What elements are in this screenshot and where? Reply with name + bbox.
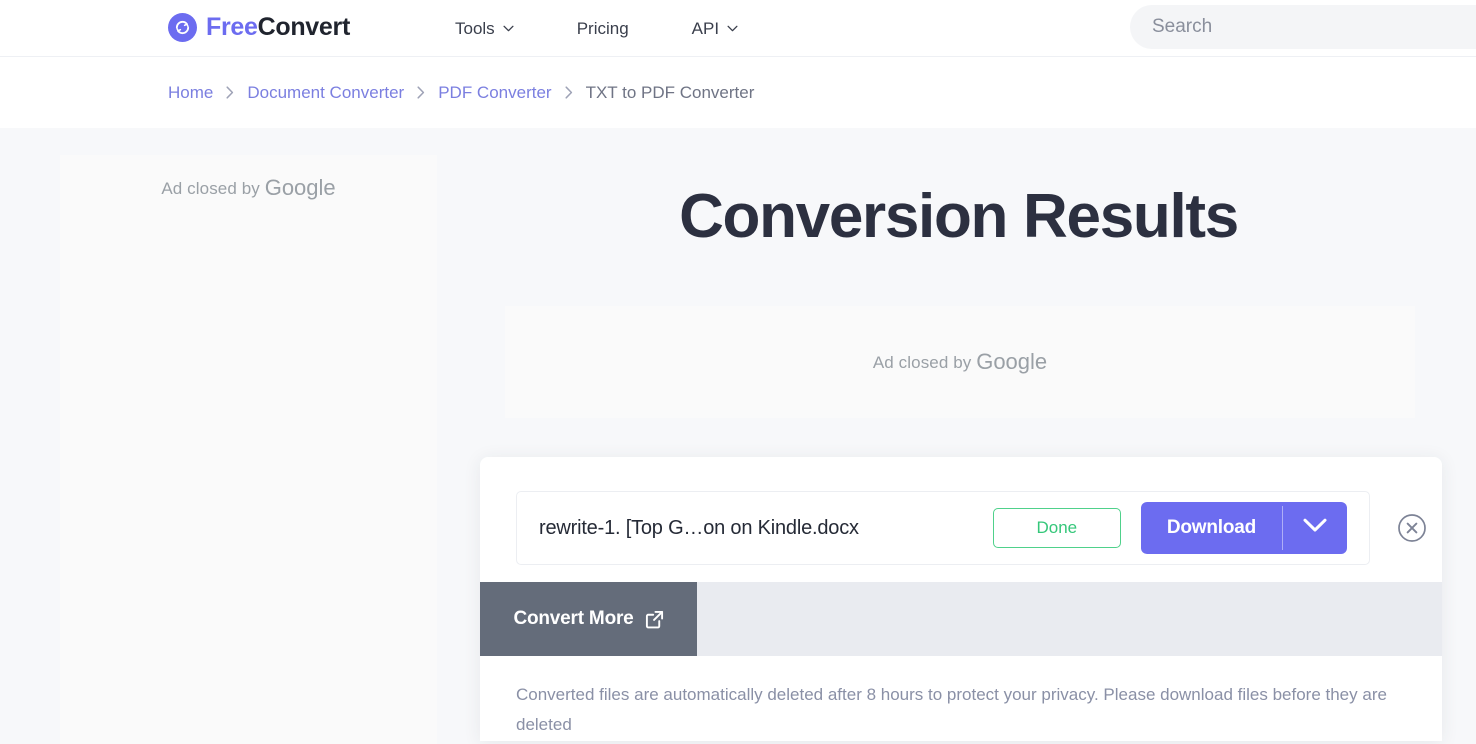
nav-item-label: Tools bbox=[455, 18, 495, 38]
chevron-right-icon bbox=[226, 86, 234, 99]
nav-item-label: API bbox=[691, 18, 720, 38]
retention-disclaimer: Converted files are automatically delete… bbox=[516, 685, 1387, 735]
ad-closed-note: Ad closed by Google bbox=[161, 175, 335, 744]
convert-more-bar: Convert More bbox=[480, 582, 1442, 657]
download-button-group: Download bbox=[1140, 502, 1347, 555]
breadcrumb: Home Document Converter PDF Converter TX… bbox=[168, 83, 754, 103]
file-name: rewrite-1. [Top G…on on Kindle.docx bbox=[539, 516, 859, 539]
page-title: Conversion Results bbox=[679, 182, 1239, 251]
primary-nav: Tools Pricing API bbox=[455, 0, 738, 57]
chevron-right-icon bbox=[565, 86, 573, 99]
brand-wordmark: FreeConvert bbox=[206, 13, 350, 42]
nav-item-label: Pricing bbox=[576, 18, 629, 38]
brand-logo[interactable]: FreeConvert bbox=[168, 13, 350, 42]
google-wordmark: Google bbox=[264, 175, 336, 200]
breadcrumb-item-txt-to-pdf-converter: TXT to PDF Converter bbox=[585, 82, 755, 102]
ad-slot-left: Ad closed by Google bbox=[60, 155, 437, 744]
breadcrumb-item-pdf-converter[interactable]: PDF Converter bbox=[438, 83, 551, 103]
breadcrumb-item-home[interactable]: Home bbox=[168, 83, 213, 103]
site-header: FreeConvert Tools Pricing API bbox=[0, 0, 1476, 57]
main-column: Conversion Results Ad closed by Google r… bbox=[478, 128, 1442, 742]
chevron-down-icon bbox=[1303, 518, 1327, 538]
conversion-results-card: rewrite-1. [Top G…on on Kindle.docx Done… bbox=[480, 457, 1442, 742]
google-wordmark: Google bbox=[976, 349, 1048, 375]
download-button[interactable]: Download bbox=[1141, 502, 1282, 554]
chevron-down-icon bbox=[727, 25, 738, 32]
nav-item-pricing[interactable]: Pricing bbox=[577, 19, 629, 39]
convert-more-button[interactable]: Convert More bbox=[480, 582, 697, 657]
brand-word-free: Free bbox=[206, 13, 258, 41]
convert-more-label: Convert More bbox=[513, 608, 634, 630]
file-result-row: rewrite-1. [Top G…on on Kindle.docx Done… bbox=[516, 491, 1426, 566]
download-options-caret[interactable] bbox=[1283, 502, 1347, 554]
page-body: Ad closed by Google Conversion Results A… bbox=[0, 128, 1476, 744]
search-input[interactable] bbox=[1130, 5, 1476, 49]
nav-item-tools[interactable]: Tools bbox=[455, 19, 514, 39]
breadcrumb-item-document-converter[interactable]: Document Converter bbox=[247, 83, 404, 103]
breadcrumb-bar: Home Document Converter PDF Converter TX… bbox=[0, 57, 1476, 128]
chevron-down-icon bbox=[503, 25, 514, 32]
ad-note-prefix: Ad closed by bbox=[161, 179, 265, 198]
close-circle-icon bbox=[1397, 514, 1427, 547]
nav-item-api[interactable]: API bbox=[692, 19, 738, 39]
refresh-circle-icon bbox=[168, 13, 197, 42]
ad-closed-note: Ad closed by Google bbox=[873, 349, 1047, 375]
remove-file-button[interactable] bbox=[1397, 513, 1427, 543]
chevron-right-icon bbox=[417, 86, 425, 99]
brand-word-convert: Convert bbox=[257, 13, 351, 41]
search-box[interactable] bbox=[1130, 5, 1476, 49]
ad-note-prefix: Ad closed by bbox=[872, 353, 977, 373]
status-badge-done[interactable]: Done bbox=[992, 508, 1121, 549]
external-link-icon bbox=[645, 610, 664, 629]
ad-slot-top: Ad closed by Google bbox=[505, 306, 1415, 419]
